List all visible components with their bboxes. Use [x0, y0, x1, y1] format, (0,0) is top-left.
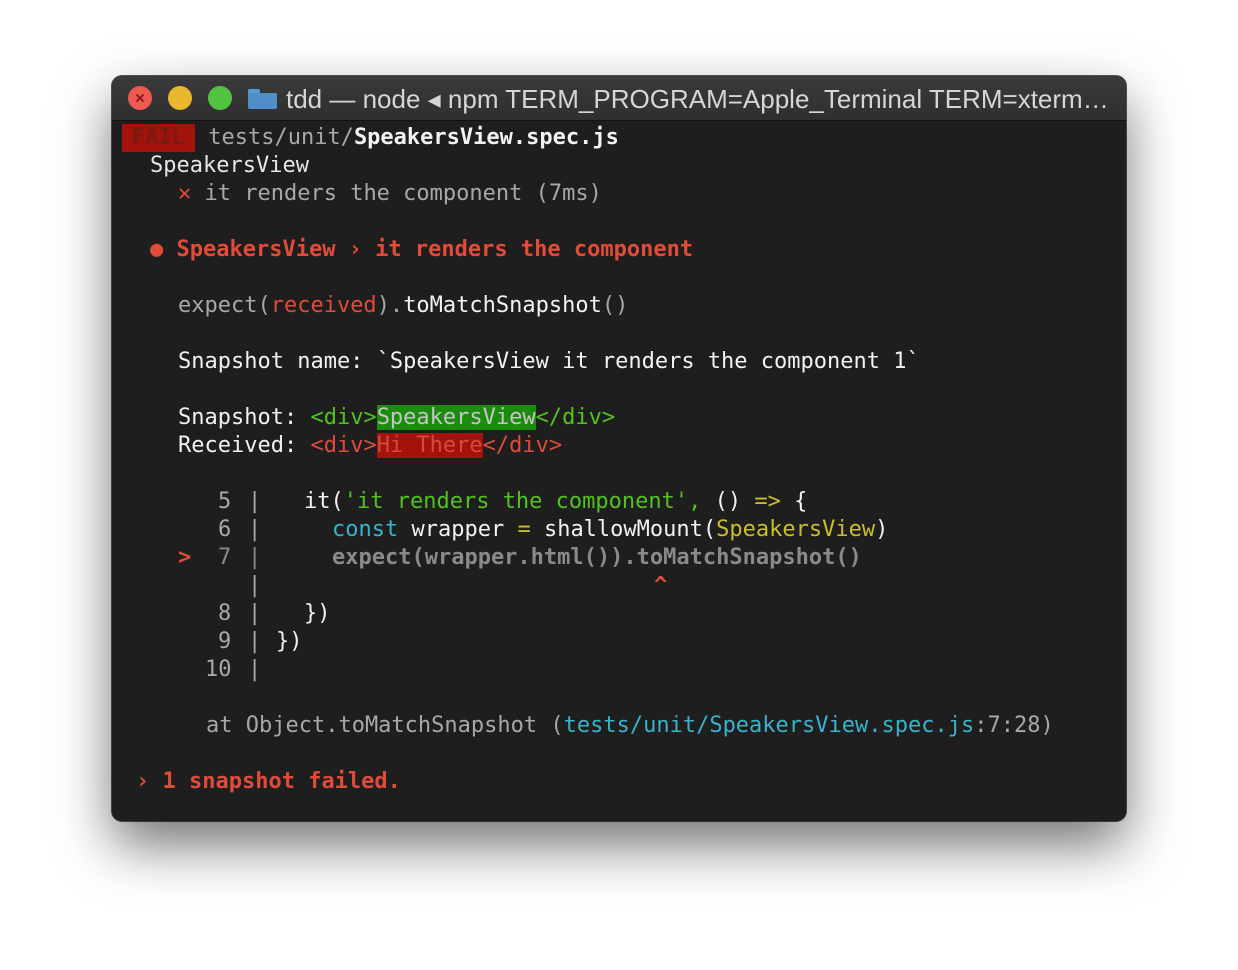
fail-badge: FAIL: [122, 124, 195, 152]
snapshot-name-line: Snapshot name: `SpeakersView it renders …: [178, 349, 920, 374]
test-result: it renders the component (7ms): [204, 181, 602, 206]
code-line-6-num: 6: [218, 517, 232, 542]
code-line-9: }): [276, 629, 303, 654]
caret-marker: ^: [654, 573, 668, 598]
fail-x-icon: ✕: [178, 181, 192, 206]
minimize-button[interactable]: [168, 86, 192, 110]
stack-trace-link[interactable]: tests/unit/SpeakersView.spec.js: [564, 713, 975, 738]
code-line-10-num: 10: [205, 657, 232, 682]
zoom-button[interactable]: [208, 86, 232, 110]
received-line: Received: <div>Hi There</div>: [178, 433, 563, 458]
stack-trace: at Object.toMatchSnapshot (tests/unit/Sp…: [206, 713, 1054, 738]
title-bar[interactable]: tdd — node ◂ npm TERM_PROGRAM=Apple_Term…: [112, 76, 1126, 121]
code-line-9-num: 9: [218, 629, 232, 654]
summary-text: 1 snapshot failed.: [162, 769, 401, 794]
terminal-window: tdd — node ◂ npm TERM_PROGRAM=Apple_Term…: [112, 76, 1126, 821]
expect-method: toMatchSnapshot: [403, 293, 602, 318]
code-line-5-num: 5: [218, 489, 232, 514]
failure-header: SpeakersView › it renders the component: [176, 237, 694, 262]
received-value: Hi There: [376, 433, 483, 458]
close-button[interactable]: [128, 86, 152, 110]
code-line-8: }): [304, 601, 331, 626]
code-line-8-num: 8: [218, 601, 232, 626]
test-result-line: ✕ it renders the component (7ms): [178, 180, 602, 208]
test-path-dir: tests/unit/: [208, 125, 354, 150]
code-line-7-num: 7: [218, 545, 232, 570]
test-path-file: SpeakersView.spec.js: [353, 125, 619, 150]
suite-name: SpeakersView: [150, 153, 309, 178]
code-line-6: const wrapper = shallowMount(SpeakersVie…: [332, 517, 889, 542]
failure-header-line: ● SpeakersView › it renders the componen…: [150, 236, 693, 264]
snapshot-value: SpeakersView: [376, 405, 536, 430]
bullet-icon: ●: [150, 237, 164, 262]
folder-icon: [248, 89, 277, 109]
expect-line: expect(received).toMatchSnapshot(): [178, 293, 629, 318]
error-pointer-icon: >: [178, 545, 192, 570]
code-line-7: expect(wrapper.html()).toMatchSnapshot(): [332, 545, 862, 570]
snapshot-line: Snapshot: <div>SpeakersView</div>: [178, 405, 616, 430]
window-title: tdd — node ◂ npm TERM_PROGRAM=Apple_Term…: [286, 84, 1116, 114]
snapshot-name: `SpeakersView it renders the component 1…: [376, 349, 920, 374]
code-line-5: it('it renders the component', () => {: [304, 489, 808, 514]
summary-arrow-icon: ›: [136, 769, 150, 794]
fail-line: FAIL tests/unit/SpeakersView.spec.js: [122, 124, 619, 152]
summary-line: › 1 snapshot failed.: [136, 768, 401, 796]
expect-received: received: [270, 293, 377, 318]
